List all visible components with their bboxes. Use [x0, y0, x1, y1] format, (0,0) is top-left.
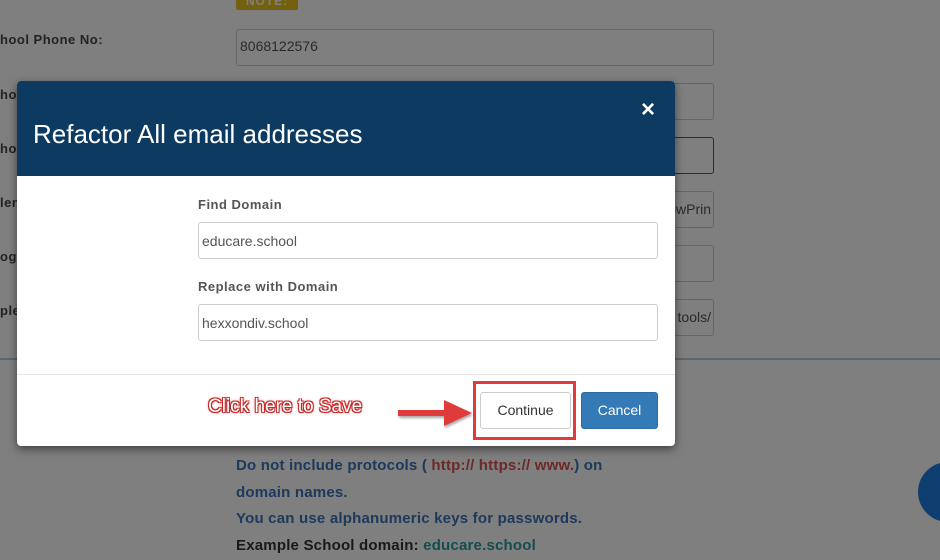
- annotation-arrow-icon: [398, 400, 472, 426]
- cancel-button[interactable]: Cancel: [581, 392, 658, 429]
- modal-header: Refactor All email addresses ×: [17, 81, 675, 176]
- modal-footer-divider: [17, 374, 675, 375]
- annotation-text: Click here to Save: [208, 396, 363, 417]
- refactor-email-modal: Refactor All email addresses × Find Doma…: [17, 81, 675, 446]
- replace-domain-label: Replace with Domain: [198, 279, 339, 294]
- modal-title: Refactor All email addresses: [33, 119, 363, 149]
- replace-domain-input[interactable]: [198, 304, 658, 341]
- annotation-highlight-box: [473, 381, 576, 440]
- close-icon[interactable]: ×: [637, 98, 659, 122]
- find-domain-label: Find Domain: [198, 197, 283, 212]
- find-domain-input[interactable]: [198, 222, 658, 259]
